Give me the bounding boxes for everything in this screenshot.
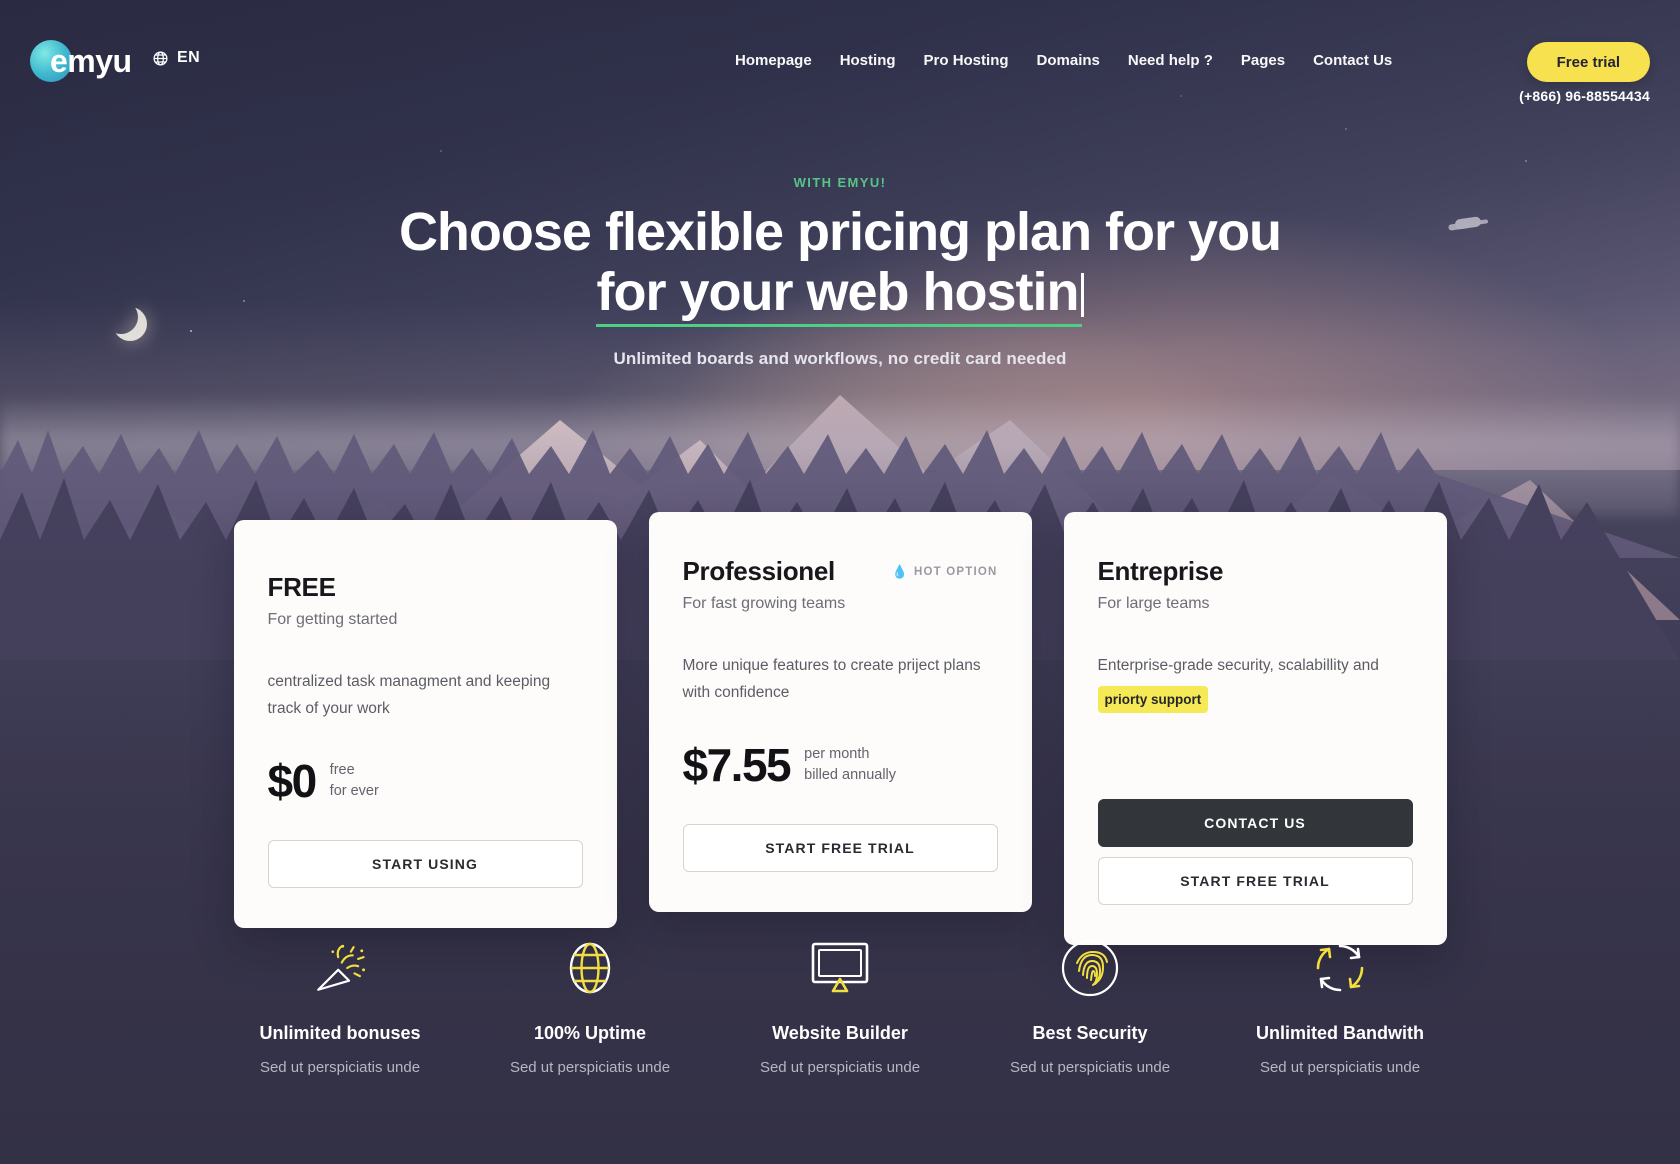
hero-eyebrow: WITH EMYU! bbox=[793, 175, 887, 190]
typing-caret bbox=[1080, 273, 1084, 318]
language-code: EN bbox=[177, 49, 201, 66]
feature-title: 100% Uptime bbox=[533, 1023, 647, 1043]
pricing-card-free: FREE For getting started centralized tas… bbox=[233, 520, 617, 929]
feature-unlimited-bonuses: Unlimited bonuses Sed ut perspiciatis un… bbox=[215, 935, 465, 1082]
start-free-trial-button[interactable]: START FREE TRIAL bbox=[682, 824, 998, 873]
plan-name: Entreprise bbox=[1097, 556, 1224, 586]
party-popper-icon bbox=[215, 935, 465, 1001]
plan-description: centralized task managment and keeping t… bbox=[267, 673, 551, 717]
plan-description: More unique features to create priject p… bbox=[682, 657, 981, 701]
features-section: Unlimited bonuses Sed ut perspiciatis un… bbox=[0, 935, 1680, 1082]
hero-title-line2: for your web hostin bbox=[596, 262, 1082, 328]
fingerprint-icon bbox=[965, 935, 1215, 1001]
site-header: emyu EN Homepage Hosting Pro Hosting Dom… bbox=[0, 0, 1680, 124]
feature-subtitle: Sed ut perspiciatis unde bbox=[1009, 1059, 1171, 1076]
nav-item-domains[interactable]: Domains bbox=[1037, 52, 1100, 69]
feature-subtitle: Sed ut perspiciatis unde bbox=[509, 1059, 671, 1076]
hero-title-line1: Choose flexible pricing plan for you bbox=[398, 202, 1282, 262]
language-switcher[interactable]: EN bbox=[152, 49, 200, 67]
nav-item-need-help[interactable]: Need help ? bbox=[1128, 52, 1213, 69]
plan-name: FREE bbox=[267, 572, 336, 602]
hot-option-badge: 💧 HOT OPTION bbox=[892, 564, 998, 580]
price-meta-line1: free bbox=[329, 762, 355, 779]
plan-price: $0 bbox=[267, 755, 318, 808]
free-trial-button[interactable]: Free trial bbox=[1526, 42, 1650, 82]
flame-icon: 💧 bbox=[891, 564, 909, 579]
start-free-trial-button[interactable]: START FREE TRIAL bbox=[1097, 857, 1413, 906]
price-meta-line1: per month bbox=[804, 746, 870, 763]
hero-section: WITH EMYU! Choose flexible pricing plan … bbox=[0, 175, 1680, 369]
price-meta-line2: for ever bbox=[329, 783, 379, 800]
plan-description: Enterprise-grade security, scalabillity … bbox=[1097, 653, 1413, 713]
feature-subtitle: Sed ut perspiciatis unde bbox=[759, 1059, 921, 1076]
priority-support-highlight: priorty support bbox=[1097, 685, 1209, 713]
main-nav: Homepage Hosting Pro Hosting Domains Nee… bbox=[735, 52, 1392, 69]
plan-description-text: Enterprise-grade security, scalabillity … bbox=[1097, 657, 1379, 674]
globe-icon bbox=[465, 935, 715, 1001]
logo[interactable]: emyu bbox=[30, 40, 132, 82]
monitor-icon bbox=[715, 935, 965, 1001]
price-meta: free for ever bbox=[330, 760, 379, 802]
nav-item-pages[interactable]: Pages bbox=[1241, 52, 1285, 69]
nav-item-pro-hosting[interactable]: Pro Hosting bbox=[924, 52, 1009, 69]
feature-best-security: Best Security Sed ut perspiciatis unde bbox=[965, 935, 1215, 1082]
page-title: Choose flexible pricing plan for you for… bbox=[0, 202, 1680, 328]
hero-subtitle: Unlimited boards and workflows, no credi… bbox=[613, 348, 1067, 368]
pricing-card-enterprise: Entreprise For large teams Enterprise-gr… bbox=[1063, 512, 1447, 946]
feature-subtitle: Sed ut perspiciatis unde bbox=[259, 1059, 421, 1076]
feature-title: Website Builder bbox=[772, 1023, 908, 1043]
price-row: $7.55 per month billed annually bbox=[683, 742, 998, 788]
feature-title: Unlimited bonuses bbox=[259, 1023, 421, 1043]
phone-number: (+866) 96-88554434 bbox=[1519, 88, 1650, 104]
start-using-button[interactable]: START USING bbox=[267, 840, 583, 889]
feature-uptime: 100% Uptime Sed ut perspiciatis unde bbox=[465, 935, 715, 1082]
globe-icon bbox=[153, 50, 168, 66]
hot-option-label: HOT OPTION bbox=[913, 566, 998, 578]
nav-item-homepage[interactable]: Homepage bbox=[735, 52, 812, 69]
feature-title: Best Security bbox=[1032, 1023, 1148, 1043]
logo-text: emyu bbox=[50, 42, 132, 79]
feature-title: Unlimited Bandwith bbox=[1256, 1023, 1424, 1043]
plan-tagline: For fast growing teams bbox=[682, 595, 846, 612]
price-meta-line2: billed annually bbox=[804, 767, 897, 784]
plan-tagline: For getting started bbox=[267, 611, 398, 628]
price-row: $0 free for ever bbox=[268, 758, 583, 804]
refresh-cycle-icon bbox=[1215, 935, 1465, 1001]
nav-item-hosting[interactable]: Hosting bbox=[840, 52, 896, 69]
contact-us-button[interactable]: CONTACT US bbox=[1097, 799, 1413, 848]
plan-price: $7.55 bbox=[682, 739, 792, 792]
price-meta: per month billed annually bbox=[804, 744, 896, 786]
feature-subtitle: Sed ut perspiciatis unde bbox=[1259, 1059, 1421, 1076]
plan-tagline: For large teams bbox=[1097, 595, 1210, 612]
feature-unlimited-bandwidth: Unlimited Bandwith Sed ut perspiciatis u… bbox=[1215, 935, 1465, 1082]
nav-item-contact-us[interactable]: Contact Us bbox=[1313, 52, 1392, 69]
pricing-section: FREE For getting started centralized tas… bbox=[0, 512, 1680, 946]
feature-website-builder: Website Builder Sed ut perspiciatis unde bbox=[715, 935, 965, 1082]
pricing-card-professional: 💧 HOT OPTION Professionel For fast growi… bbox=[648, 512, 1032, 913]
